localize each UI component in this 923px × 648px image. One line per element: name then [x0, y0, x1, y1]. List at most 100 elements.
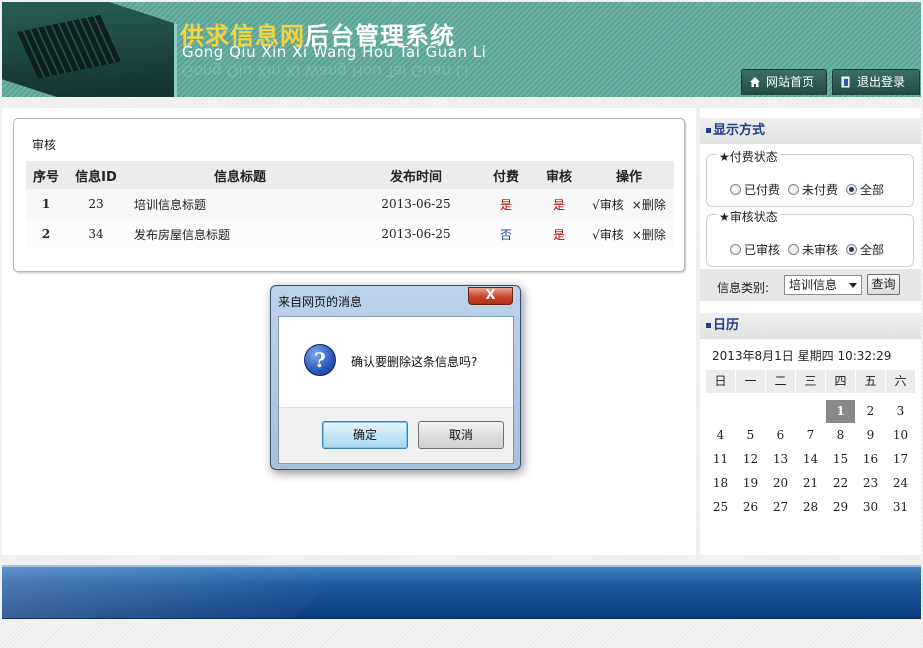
row-audited: 是 — [534, 219, 584, 249]
row-date: 2013-06-25 — [354, 219, 478, 249]
row-date: 2013-06-25 — [354, 189, 478, 219]
calendar-heading: 日历 — [700, 313, 921, 339]
calendar-day[interactable]: 13 — [766, 448, 795, 471]
calendar-day[interactable]: 27 — [766, 496, 795, 519]
radio-dot — [730, 244, 741, 255]
calendar-day[interactable]: 29 — [826, 496, 855, 519]
pay-status-group: ★付费状态 已付费 未付费 全部 — [706, 148, 914, 207]
site-subtitle-reflection: Gong Qiu Xin Xi Wang Hou Tai Guan Li — [182, 62, 469, 80]
nav-home-button[interactable]: 网站首页 — [741, 69, 827, 95]
nav-logout-button[interactable]: 退出登录 — [832, 69, 920, 95]
table-header-row: 序号 信息ID 信息标题 发布时间 付费 审核 操作 — [26, 161, 674, 189]
footer-bar — [2, 565, 921, 619]
calendar-day[interactable]: 24 — [886, 472, 915, 495]
row-actions: √审核 ×删除 — [584, 189, 674, 219]
calendar-day[interactable]: 8 — [826, 424, 855, 447]
calendar-day[interactable]: 30 — [856, 496, 885, 519]
calendar-day[interactable]: 5 — [736, 424, 765, 447]
radio-unaudited[interactable]: 未审核 — [788, 241, 838, 258]
audit-link[interactable]: √审核 — [592, 198, 624, 212]
calendar-day[interactable]: 23 — [856, 472, 885, 495]
radio-audit-all[interactable]: 全部 — [846, 241, 884, 258]
row-audited: 是 — [534, 189, 584, 219]
calendar-day[interactable]: 10 — [886, 424, 915, 447]
weekday-header: 一 — [736, 370, 765, 393]
col-header-paid: 付费 — [478, 161, 534, 189]
calendar-day[interactable]: 28 — [796, 496, 825, 519]
row-num: 2 — [26, 219, 66, 249]
col-header-title: 信息标题 — [126, 161, 354, 189]
delete-link[interactable]: ×删除 — [632, 198, 666, 212]
laptop-image — [2, 2, 177, 97]
calendar-day[interactable]: 7 — [796, 424, 825, 447]
calendar-day[interactable]: 17 — [886, 448, 915, 471]
calendar-day[interactable]: 18 — [706, 472, 735, 495]
pay-status-legend: ★付费状态 — [717, 148, 780, 165]
calendar-day[interactable]: 11 — [706, 448, 735, 471]
delete-link[interactable]: ×删除 — [632, 228, 666, 242]
dialog-title: 来自网页的消息 — [278, 295, 363, 309]
header-banner: 供求信息网后台管理系统 Gong Qiu Xin Xi Wang Hou Tai… — [2, 2, 921, 97]
calendar-day[interactable]: 2 — [856, 400, 885, 423]
ok-button[interactable]: 确定 — [322, 421, 408, 449]
radio-dot-selected — [846, 244, 858, 255]
filter-bar: 信息类别: 培训信息 查询 — [700, 269, 921, 301]
calendar-day[interactable]: 9 — [856, 424, 885, 447]
col-header-actions: 操作 — [584, 161, 674, 189]
calendar-day-today[interactable]: 1 — [826, 400, 855, 423]
weekday-header: 二 — [766, 370, 795, 393]
calendar-datetime: 2013年8月1日 星期四 10:32:29 — [706, 346, 906, 367]
col-header-audit: 审核 — [534, 161, 584, 189]
question-icon: ? — [304, 344, 336, 376]
weekday-header: 五 — [856, 370, 885, 393]
radio-paid[interactable]: 已付费 — [730, 181, 780, 198]
radio-pay-all[interactable]: 全部 — [846, 181, 884, 198]
calendar-day[interactable]: 22 — [826, 472, 855, 495]
table-row: 2 34 发布房屋信息标题 2013-06-25 否 是 √审核 ×删除 — [26, 219, 674, 249]
info-table: 序号 信息ID 信息标题 发布时间 付费 审核 操作 1 23 培训信息标题 2… — [26, 161, 674, 249]
radio-dot — [788, 244, 800, 255]
query-button[interactable]: 查询 — [867, 274, 900, 295]
calendar-day[interactable]: 25 — [706, 496, 735, 519]
radio-dot — [788, 184, 800, 195]
category-label: 信息类别: — [717, 281, 770, 295]
calendar-day[interactable]: 12 — [736, 448, 765, 471]
panel-title: 审核 — [32, 138, 57, 152]
category-select[interactable]: 培训信息 — [784, 275, 862, 295]
row-paid: 否 — [478, 219, 534, 249]
radio-dot — [730, 184, 741, 195]
radio-unpaid[interactable]: 未付费 — [788, 181, 838, 198]
calendar-day[interactable]: 15 — [826, 448, 855, 471]
dialog-footer: 确定 取消 — [279, 407, 513, 463]
confirm-dialog: 来自网页的消息 X ? 确认要删除这条信息吗? 确定 取消 — [270, 285, 521, 470]
dialog-message: 确认要删除这条信息吗? — [351, 355, 478, 369]
audit-link[interactable]: √审核 — [592, 228, 624, 242]
dialog-body: ? 确认要删除这条信息吗? 确定 取消 — [278, 316, 514, 464]
calendar-day[interactable]: 4 — [706, 424, 735, 447]
calendar-day[interactable]: 21 — [796, 472, 825, 495]
calendar-day[interactable]: 19 — [736, 472, 765, 495]
calendar-day[interactable]: 14 — [796, 448, 825, 471]
audit-panel: 审核 序号 信息ID 信息标题 发布时间 付费 审核 操作 1 23 培训信息标… — [13, 118, 685, 272]
row-title: 发布房屋信息标题 — [126, 219, 354, 249]
calendar-day[interactable]: 16 — [856, 448, 885, 471]
calendar-day[interactable]: 6 — [766, 424, 795, 447]
display-mode-heading: 显示方式 — [700, 118, 921, 144]
calendar-day[interactable]: 20 — [766, 472, 795, 495]
nav-home-label: 网站首页 — [766, 75, 815, 89]
row-actions: √审核 ×删除 — [584, 219, 674, 249]
close-icon[interactable]: X — [468, 287, 513, 305]
row-paid: 是 — [478, 189, 534, 219]
weekday-header: 日 — [706, 370, 735, 393]
radio-audited[interactable]: 已审核 — [730, 241, 780, 258]
nav-logout-label: 退出登录 — [857, 75, 906, 89]
row-title: 培训信息标题 — [126, 189, 354, 219]
calendar-day[interactable]: 31 — [886, 496, 915, 519]
chevron-down-icon — [849, 283, 857, 288]
calendar-day[interactable]: 26 — [736, 496, 765, 519]
cancel-button[interactable]: 取消 — [418, 421, 504, 449]
site-subtitle: Gong Qiu Xin Xi Wang Hou Tai Guan Li — [182, 43, 487, 61]
audit-status-legend: ★审核状态 — [717, 208, 780, 225]
calendar-day[interactable]: 3 — [886, 400, 915, 423]
category-value: 培训信息 — [789, 278, 838, 292]
